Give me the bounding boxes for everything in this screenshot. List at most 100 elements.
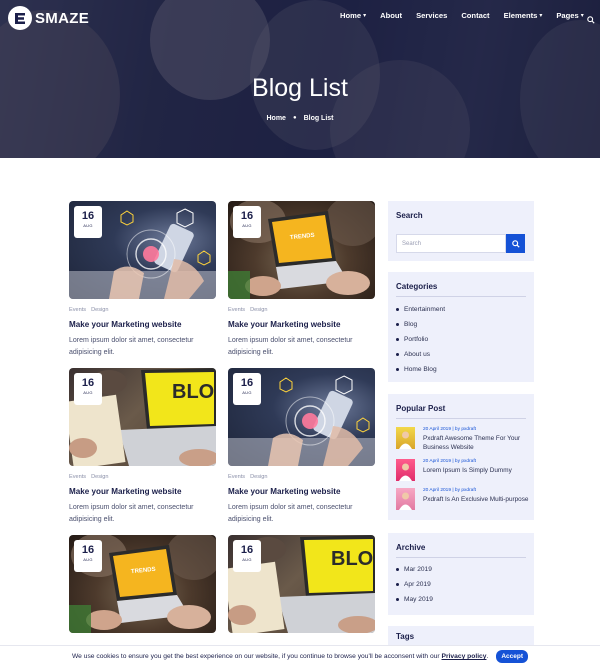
tag-link[interactable]: Events [69, 307, 86, 313]
post-title[interactable]: Pxdraft Awesome Theme For Your Business … [423, 435, 533, 452]
tag-link[interactable]: Design [250, 474, 267, 480]
category-item[interactable]: Entertainment [396, 306, 445, 313]
nav-label: Home [340, 11, 362, 20]
date-badge: 16 AUG [74, 206, 102, 238]
nav-label: Contact [461, 11, 490, 20]
bullet-icon [396, 568, 399, 571]
post-title[interactable]: Make your Marketing website [228, 487, 375, 496]
date-badge: 16 AUG [74, 373, 102, 405]
category-label: About us [404, 351, 431, 358]
date-month: AUG [242, 390, 252, 395]
cookie-period: . [486, 653, 489, 660]
widget-title: Search [396, 211, 423, 220]
post-image[interactable]: BLOG 16 AUG [228, 535, 375, 633]
date-month: AUG [242, 223, 252, 228]
cookie-text: We use cookies to ensure you get the bes… [71, 653, 440, 660]
chevron-down-icon: ▾ [580, 13, 584, 19]
post-tags: Events Design [69, 474, 216, 480]
divider [396, 557, 526, 558]
popular-post-item[interactable]: 20 April 2019 | by pxdraft Pxdraft Is An… [396, 488, 529, 510]
post-title[interactable]: Make your Marketing website [69, 487, 216, 496]
archive-item[interactable]: Mar 2019 [396, 566, 432, 573]
blog-card: TRENDS 16 AUG Events Design Make your Mar… [228, 201, 375, 358]
post-tags: Events Design [228, 474, 375, 480]
date-day: 16 [240, 377, 254, 389]
chevron-down-icon: ▾ [363, 13, 367, 19]
search-input[interactable]: Search [396, 234, 506, 253]
category-label: Home Blog [404, 366, 437, 373]
accept-button[interactable]: Accept [496, 650, 529, 663]
category-label: Portfolio [404, 336, 429, 343]
archive-item[interactable]: May 2019 [396, 596, 433, 603]
post-thumbnail [396, 459, 415, 481]
date-badge: 16 AUG [74, 540, 102, 572]
post-title[interactable]: Lorem Ipsum Is Simply Dummy [423, 467, 533, 476]
category-item[interactable]: Home Blog [396, 366, 437, 373]
date-badge: 16 AUG [233, 373, 261, 405]
nav-label: Services [416, 11, 448, 20]
tag-link[interactable]: Design [91, 307, 108, 313]
post-title[interactable]: Make your Marketing website [228, 320, 375, 329]
category-item[interactable]: Blog [396, 321, 417, 328]
post-excerpt: Lorem ipsum dolor sit amet, consectetur … [228, 504, 353, 523]
widget-title: Categories [396, 282, 438, 291]
nav-elements[interactable]: Elements ▾ [504, 11, 543, 20]
date-day: 16 [240, 210, 254, 222]
blog-card: 16 AUG Events Design Make your Marketing … [69, 201, 216, 358]
post-tags: Events Design [228, 307, 375, 313]
tag-link[interactable]: Design [91, 474, 108, 480]
post-image[interactable]: TRENDS 16 AUG [228, 201, 375, 299]
logo-icon [8, 6, 32, 30]
nav-pages[interactable]: Pages ▾ [556, 11, 583, 20]
date-day: 16 [81, 377, 95, 389]
tag-link[interactable]: Design [250, 307, 267, 313]
categories-widget: Categories Entertainment Blog Portfolio … [388, 272, 534, 382]
search-button[interactable] [506, 234, 525, 253]
nav-home[interactable]: Home ▾ [340, 11, 366, 20]
nav-about[interactable]: About [380, 11, 402, 20]
category-item[interactable]: About us [396, 351, 430, 358]
popular-post-item[interactable]: 20 April 2019 | by pxdraft Lorem Ipsum I… [396, 459, 528, 481]
archive-widget: Archive Mar 2019 Apr 2019 May 2019 [388, 533, 534, 615]
date-month: AUG [83, 223, 93, 228]
tag-link[interactable]: Events [228, 307, 245, 313]
privacy-policy-link[interactable]: Privacy policy [442, 653, 487, 660]
date-month: AUG [83, 557, 93, 562]
search-icon[interactable] [587, 11, 595, 29]
logo-text: SMAZE [35, 9, 89, 27]
divider [396, 296, 526, 297]
breadcrumb-home[interactable]: Home [266, 115, 285, 122]
post-image[interactable]: BLOG 16 AUG [69, 368, 216, 466]
post-image[interactable]: 16 AUG [228, 368, 375, 466]
nav-contact[interactable]: Contact [461, 11, 489, 20]
post-title[interactable]: Make your Marketing website [69, 320, 216, 329]
post-title[interactable]: Pxdraft Is An Exclusive Multi-purpose [423, 496, 533, 505]
date-day: 16 [81, 210, 95, 222]
post-thumbnail [396, 427, 415, 449]
page-header: SMAZE Home ▾ About Services Contact Eleme… [0, 0, 600, 158]
archive-label: Apr 2019 [404, 581, 431, 588]
post-thumbnail [396, 488, 415, 510]
nav-label: Pages [556, 11, 579, 20]
post-image[interactable]: TRENDS 16 AUG [69, 535, 216, 633]
popular-post-item[interactable]: 20 April 2019 | by pxdraft Pxdraft Aweso… [396, 427, 528, 451]
nav-services[interactable]: Services [416, 11, 447, 20]
chevron-down-icon: ▾ [539, 13, 543, 19]
tag-link[interactable]: Events [228, 474, 245, 480]
date-badge: 16 AUG [233, 540, 261, 572]
post-tags: Events Design [69, 307, 216, 313]
category-label: Blog [404, 321, 418, 328]
archive-item[interactable]: Apr 2019 [396, 581, 431, 588]
divider [396, 418, 526, 419]
archive-label: May 2019 [404, 596, 433, 603]
site-logo[interactable]: SMAZE [8, 6, 89, 30]
post-meta: 20 April 2019 | by pxdraft [423, 459, 476, 464]
post-image[interactable]: 16 AUG [69, 201, 216, 299]
person-icon [399, 431, 412, 449]
tag-link[interactable]: Events [69, 474, 86, 480]
person-icon [399, 492, 412, 510]
category-item[interactable]: Portfolio [396, 336, 428, 343]
bullet-icon [396, 583, 399, 586]
breadcrumb: Home ● Blog List [0, 115, 600, 122]
page-title: Blog List [252, 74, 348, 102]
